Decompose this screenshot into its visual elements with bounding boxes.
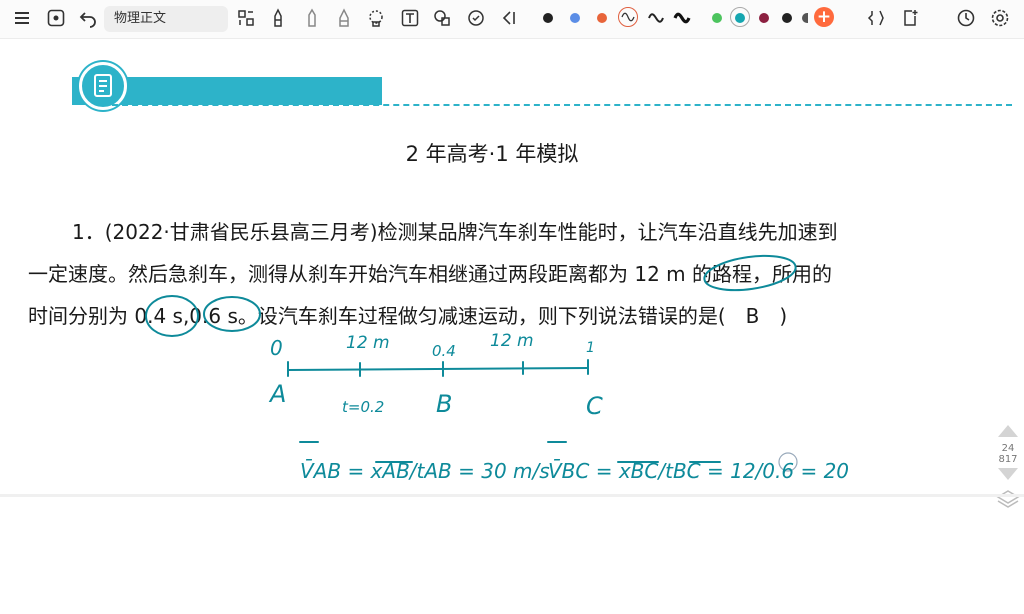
equation-vbc: V̄BC = xBC/tBC = 12/0.6 = 20 [548,458,849,483]
page-navigator[interactable]: 24 817 [996,420,1020,540]
circle-12m [703,254,797,292]
circle-0.4s [145,295,199,337]
label-t04: 0.4 [432,342,456,360]
label-d2: 12 m [490,331,534,351]
page-up-icon[interactable] [996,420,1020,440]
label-d1: 12 m [346,333,390,353]
timeline-line [287,367,589,371]
label-t: t=0.2 [342,398,384,416]
equation-vab: V̄AB = xAB/tAB = 30 m/s [300,458,550,483]
circle-0.6s [203,296,261,332]
handwritten-annotations: 0 12 m 0.4 12 m 1 A B C t=0.2 V̄AB = xAB… [145,254,849,483]
page-divider [0,494,1024,497]
page-down-icon[interactable] [996,465,1020,485]
label-b: B [436,390,452,418]
label-one: 1 [586,340,595,356]
label-o: 0 [270,336,283,360]
total-pages: 817 [998,454,1018,465]
label-a: A [268,380,286,408]
label-c: C [586,392,603,420]
current-page: 24 [1001,443,1015,454]
layers-icon[interactable] [996,488,1020,512]
